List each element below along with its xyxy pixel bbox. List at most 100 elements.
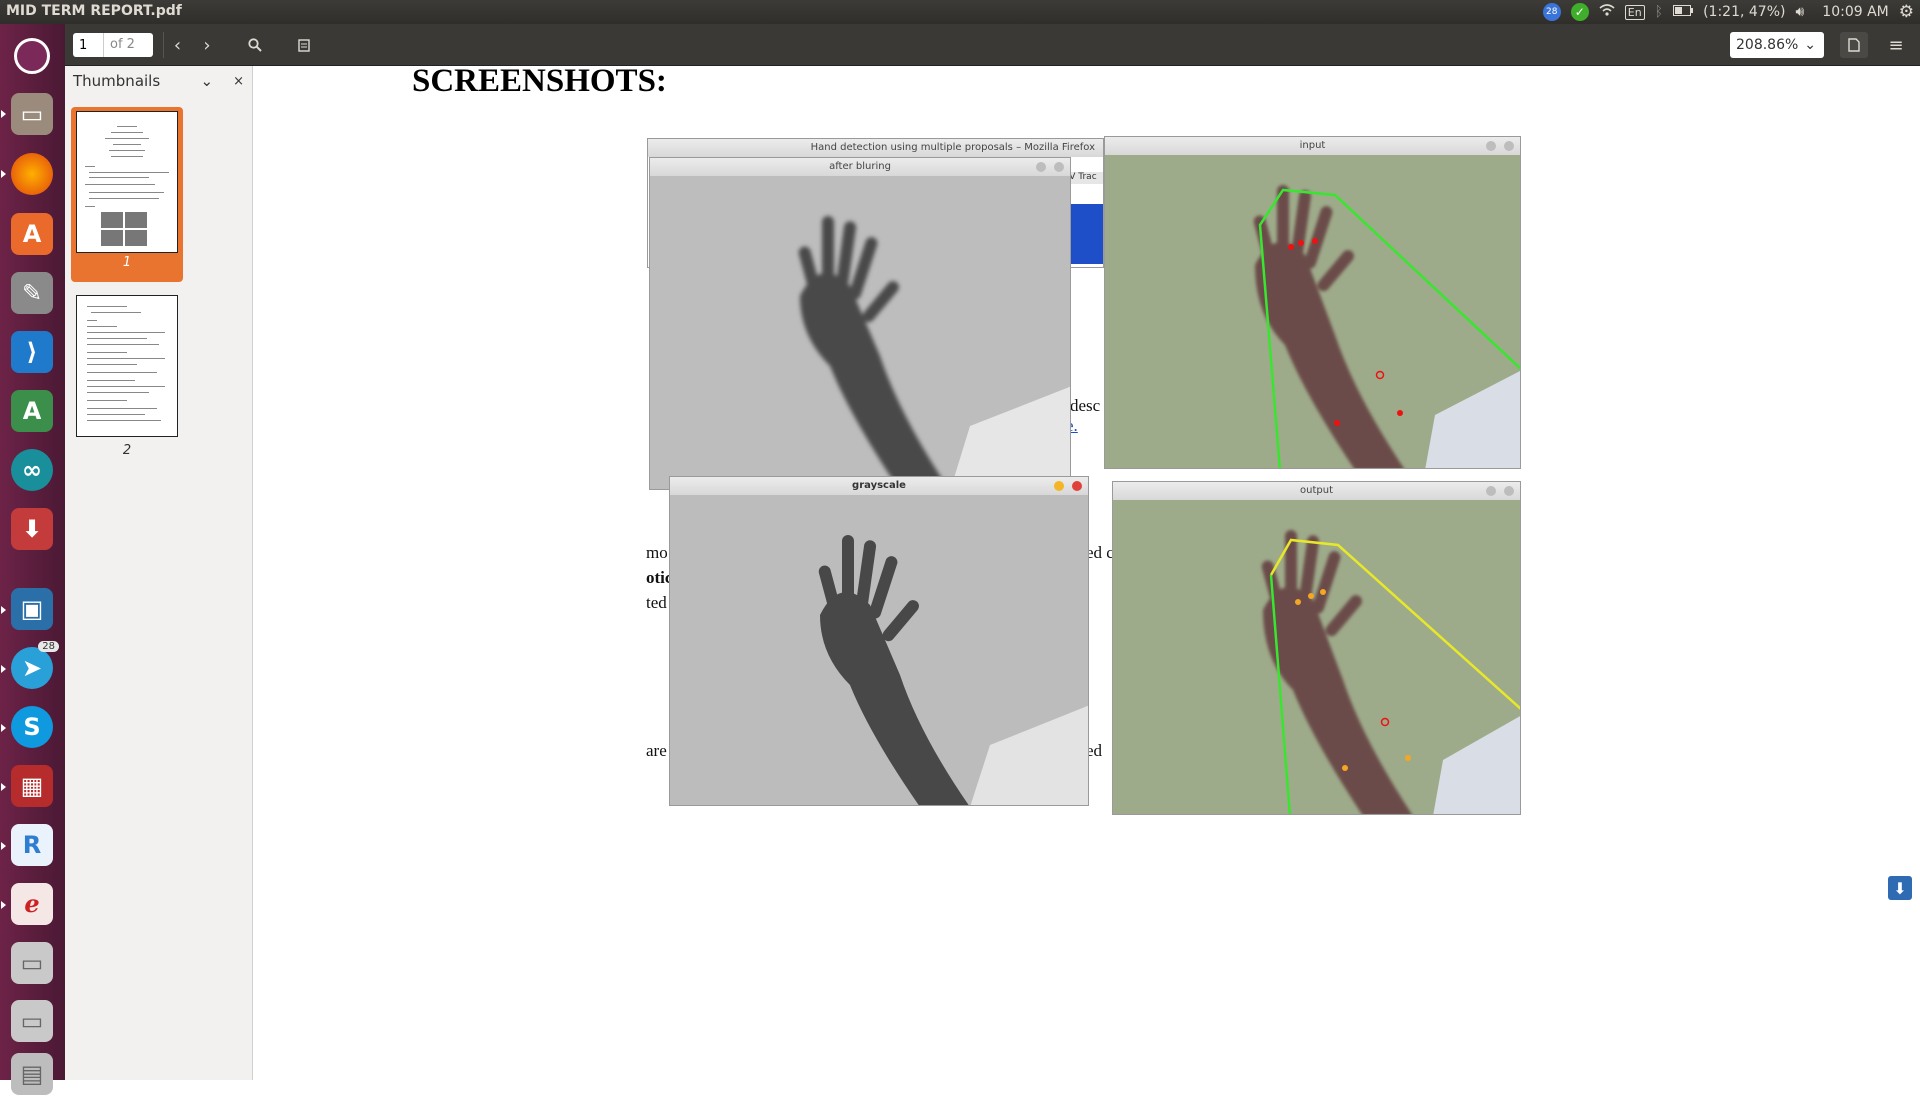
drive-2-button[interactable]: ▭	[7, 996, 57, 1046]
keyboard-layout-indicator[interactable]: En	[1624, 4, 1645, 20]
close-button[interactable]	[1072, 481, 1082, 491]
download-installer-icon: ⬇	[11, 508, 53, 550]
system-settings-button[interactable]: ✎	[7, 268, 57, 318]
battery-status[interactable]: (1:21, 47%)	[1703, 4, 1785, 20]
search-button[interactable]	[241, 32, 269, 58]
running-indicator	[1, 110, 6, 118]
telegram-app-button[interactable]: ➤ 28	[7, 641, 59, 693]
vscode-app-button[interactable]: ⟩	[7, 327, 57, 377]
files-app-button[interactable]: ▭	[7, 89, 57, 139]
android-studio-button[interactable]: A	[7, 386, 57, 436]
search-icon	[248, 38, 262, 52]
page-selector: of 2	[73, 33, 153, 57]
image-viewer-icon: ▣	[11, 588, 53, 630]
thumbnails-sidebar: Thumbnails ⌄ × 1 2	[65, 66, 253, 1080]
running-indicator	[1, 665, 6, 673]
running-indicator	[1, 783, 6, 791]
ubuntu-logo-icon	[14, 38, 50, 74]
zoom-selector[interactable]: 208.86% ⌄	[1730, 32, 1824, 58]
bluetooth-icon[interactable]: ᛒ	[1655, 4, 1663, 20]
rstudio-app-button[interactable]: R	[7, 820, 57, 870]
close-button[interactable]	[1054, 162, 1064, 172]
minimize-button[interactable]	[1486, 141, 1496, 151]
thumbnail-page-2[interactable]: 2	[71, 291, 183, 461]
next-page-button[interactable]: ›	[193, 32, 221, 58]
window-title-text: after bluring	[829, 161, 891, 172]
drive-1-button[interactable]: ▭	[7, 938, 57, 988]
window-controls	[1036, 162, 1064, 172]
window-title-text: input	[1299, 140, 1326, 151]
window-title: MID TERM REPORT.pdf	[6, 3, 182, 19]
image-viewer-button[interactable]: ▣	[7, 584, 57, 634]
document-viewer-button[interactable]: ℯ	[7, 879, 57, 929]
page-1-preview	[76, 111, 178, 253]
close-button[interactable]	[1504, 486, 1514, 496]
scroll-down-button[interactable]: ⬇	[1888, 876, 1912, 900]
minimize-button[interactable]	[1036, 162, 1046, 172]
system-tray: 28 ✓ En ᛒ (1:21, 47%) 🔊︎ 10:09 AM ⚙	[1542, 0, 1920, 24]
firefox-app-button[interactable]	[7, 149, 57, 199]
annotations-button[interactable]	[290, 32, 318, 58]
volume-icon[interactable]: 🔊︎	[1795, 4, 1804, 20]
sidebar-header: Thumbnails ⌄ ×	[65, 66, 252, 96]
shopping-bag-icon: A	[11, 213, 53, 255]
presentation-app-button[interactable]: ▦	[7, 761, 57, 811]
firefox-window-title: Hand detection using multiple proposals …	[648, 139, 1103, 157]
window-controls	[1486, 141, 1514, 151]
trash-button[interactable]: ▤	[7, 1049, 57, 1099]
close-button[interactable]	[1504, 141, 1514, 151]
menu-button[interactable]: ≡	[1882, 32, 1910, 58]
input-window[interactable]: input	[1104, 136, 1521, 469]
vscode-icon: ⟩	[11, 331, 53, 373]
clock[interactable]: 10:09 AM	[1822, 4, 1888, 20]
thumbnail-label: 2	[122, 443, 132, 458]
viewer-toolbar: of 2 ‹ › 208.86% ⌄ ≡	[65, 24, 1920, 66]
output-title: output	[1113, 482, 1520, 500]
after-bluring-image	[650, 176, 1070, 489]
arrow-down-icon: ⬇	[1893, 878, 1907, 898]
page-number-input[interactable]	[73, 33, 103, 57]
settings-tools-icon: ✎	[11, 272, 53, 314]
clipboard-icon	[298, 39, 310, 52]
wifi-icon[interactable]	[1599, 3, 1615, 21]
output-window[interactable]: output	[1112, 481, 1521, 815]
minimize-button[interactable]	[1486, 486, 1496, 496]
skype-icon: S	[11, 706, 53, 748]
running-indicator	[1, 170, 6, 178]
document-properties-button[interactable]	[1840, 32, 1868, 58]
zoom-value: 208.86%	[1736, 37, 1799, 53]
document-view[interactable]: SCREENSHOTS: Hand detection using multip…	[254, 63, 1920, 1080]
ubuntu-dash-button[interactable]	[7, 31, 57, 81]
installer-app-button[interactable]: ⬇	[7, 504, 57, 554]
after-bluring-title: after bluring	[650, 158, 1070, 176]
android-studio-icon: A	[11, 390, 53, 432]
close-icon[interactable]: ×	[233, 74, 244, 89]
telegram-icon: ➤	[11, 647, 53, 689]
gear-icon[interactable]: ⚙	[1899, 2, 1914, 22]
running-indicator	[1, 842, 6, 850]
output-image	[1113, 500, 1520, 814]
rstudio-icon: R	[11, 824, 53, 866]
sidebar-title[interactable]: Thumbnails	[73, 72, 201, 90]
files-icon: ▭	[11, 93, 53, 135]
chevron-down-icon[interactable]: ⌄	[201, 72, 214, 90]
running-indicator	[1, 901, 6, 909]
text-fragment: mo	[646, 543, 668, 562]
grayscale-window[interactable]: grayscale	[669, 476, 1089, 806]
battery-icon[interactable]	[1673, 4, 1694, 20]
after-bluring-window[interactable]: after bluring	[649, 157, 1071, 490]
document-icon	[1848, 38, 1860, 52]
skype-app-button[interactable]: S	[7, 702, 57, 752]
notification-badge[interactable]: 28	[1542, 3, 1561, 21]
update-check-icon[interactable]: ✓	[1570, 3, 1589, 21]
previous-page-button[interactable]: ‹	[163, 32, 191, 58]
grayscale-title: grayscale	[670, 477, 1088, 495]
thumbnail-page-1[interactable]: 1	[71, 107, 183, 282]
thumbnail-label: 1	[122, 255, 132, 270]
arduino-app-button[interactable]: ∞	[7, 445, 57, 495]
arduino-icon: ∞	[11, 449, 53, 491]
minimize-button[interactable]	[1054, 481, 1064, 491]
firefox-icon	[11, 153, 53, 195]
software-center-button[interactable]: A	[7, 209, 57, 259]
drive-icon: ▭	[11, 942, 53, 984]
